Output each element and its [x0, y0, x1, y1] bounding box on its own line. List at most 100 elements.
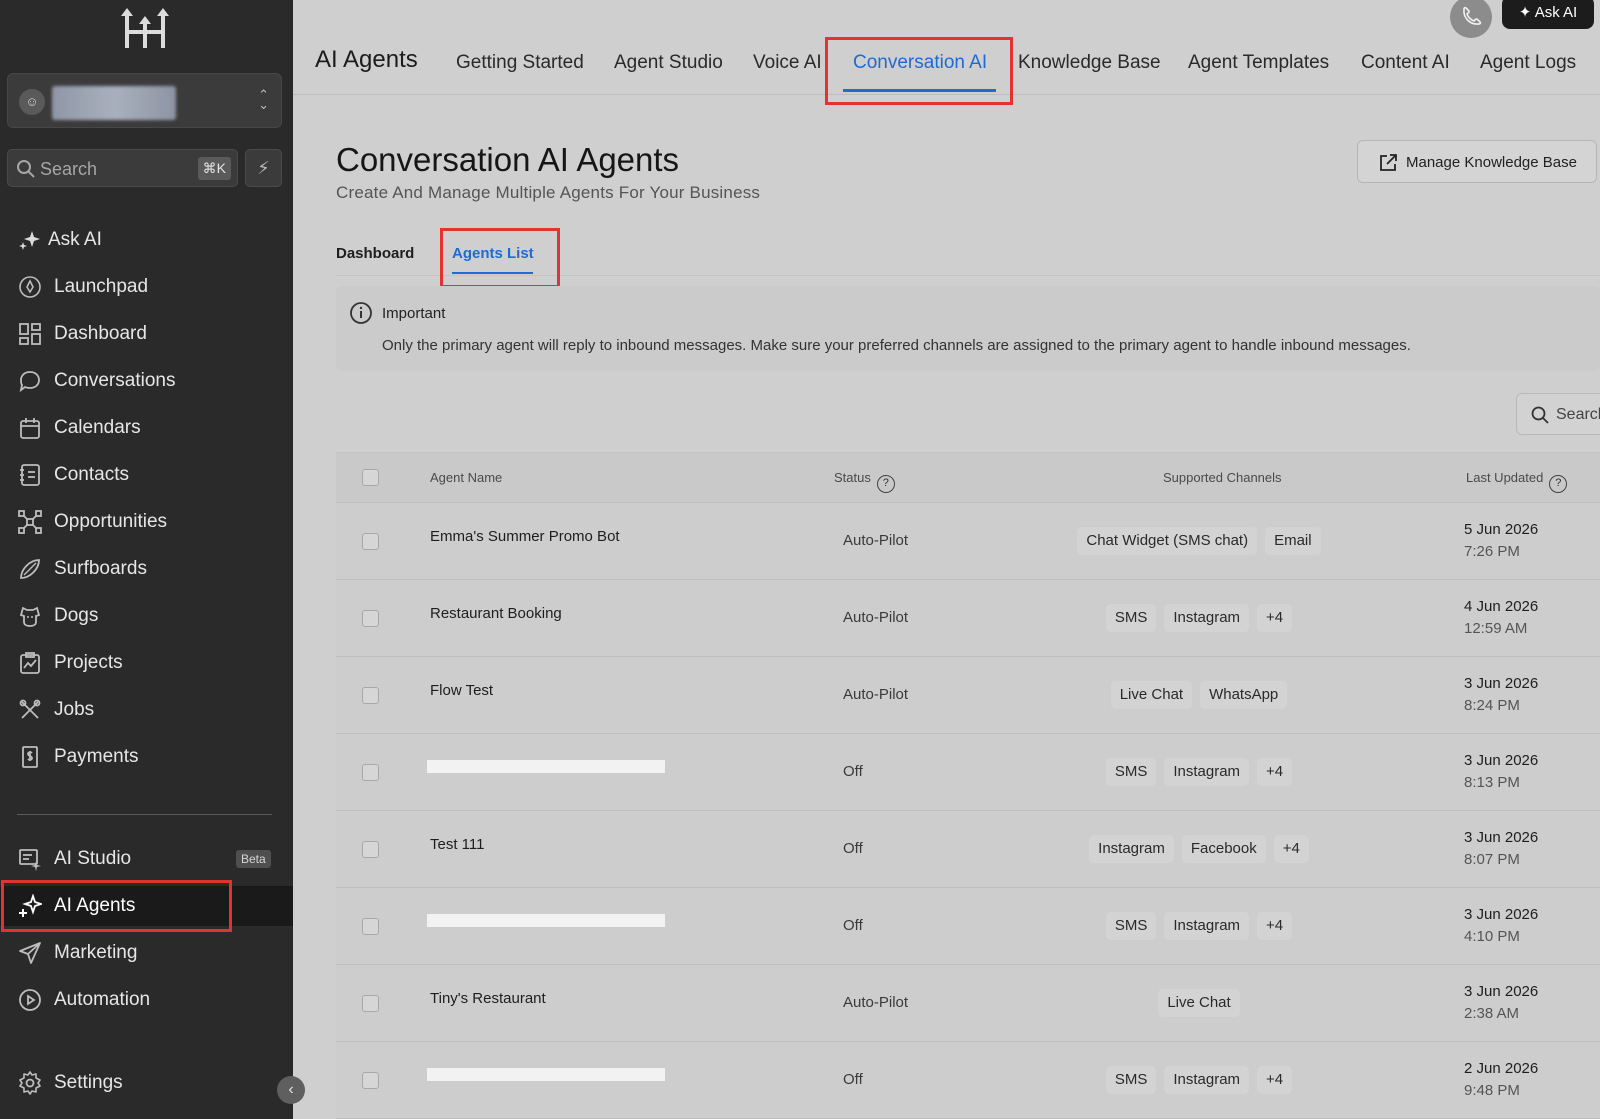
table-search-input[interactable]: Search — [1516, 393, 1600, 435]
sidebar-item-marketing[interactable]: Marketing — [0, 933, 293, 973]
sidebar-item-contacts[interactable]: Contacts — [0, 455, 293, 495]
channel-chip[interactable]: +4 — [1257, 1066, 1293, 1094]
subtab-dashboard[interactable]: Dashboard — [336, 245, 414, 262]
sidebar-item-label: Ask AI — [48, 229, 102, 250]
sidebar-item-label: Dogs — [54, 605, 99, 626]
account-switcher[interactable]: ☺ ⌃ ⌄ — [7, 73, 282, 128]
sidebar-item-ai-studio[interactable]: AI Studio Beta — [0, 839, 293, 879]
sidebar-item-automation[interactable]: Automation — [0, 980, 293, 1020]
tab-agent-templates[interactable]: Agent Templates — [1188, 52, 1329, 74]
header-status-label: Status — [834, 470, 871, 485]
sidebar-item-payments[interactable]: Payments — [0, 737, 293, 777]
agent-status: Off — [843, 917, 863, 934]
agent-name[interactable]: Test 111 — [430, 836, 484, 853]
table-row[interactable]: Flow Test Auto-Pilot Live Chat WhatsApp 3 Ju… — [336, 658, 1600, 734]
last-updated-time: 8:24 PM — [1464, 697, 1520, 714]
row-checkbox[interactable] — [362, 841, 379, 858]
sidebar-item-launchpad[interactable]: Launchpad — [0, 267, 293, 307]
agent-name[interactable]: Restaurant Booking — [430, 605, 562, 622]
agent-name[interactable]: Flow Test — [430, 682, 493, 699]
notice-message: Only the primary agent will reply to inb… — [382, 337, 1411, 354]
sidebar-item-ask-ai[interactable]: Ask AI — [0, 220, 293, 260]
header-last-updated[interactable]: Last Updated? — [1466, 470, 1568, 493]
tab-getting-started[interactable]: Getting Started — [456, 52, 584, 74]
sidebar-item-surfboards[interactable]: Surfboards — [0, 549, 293, 589]
header-agent-name[interactable]: Agent Name — [430, 470, 502, 485]
row-checkbox[interactable] — [362, 995, 379, 1012]
tab-agent-logs[interactable]: Agent Logs — [1480, 52, 1576, 74]
sidebar-item-projects[interactable]: Projects — [0, 643, 293, 683]
channel-chip: Email — [1265, 527, 1321, 555]
manage-knowledge-base-button[interactable]: Manage Knowledge Base — [1357, 140, 1597, 183]
channel-chip[interactable]: +4 — [1257, 758, 1293, 786]
sidebar-item-label: Marketing — [54, 942, 138, 963]
table-row[interactable]: Off SMS Instagram +4 3 Jun 2026 4:10 PM — [336, 889, 1600, 965]
last-updated-time: 12:59 AM — [1464, 620, 1528, 637]
agent-name[interactable]: Tiny's Restaurant — [430, 990, 546, 1007]
agent-name-redacted — [427, 760, 665, 773]
info-icon — [350, 302, 372, 324]
channel-list: SMS Instagram +4 — [1018, 1066, 1380, 1094]
last-updated-date: 3 Jun 2026 — [1464, 906, 1539, 923]
table-row[interactable]: Off SMS Instagram +4 2 Jun 2026 9:48 PM — [336, 1043, 1600, 1119]
row-checkbox[interactable] — [362, 918, 379, 935]
tab-voice-ai[interactable]: Voice AI — [753, 52, 822, 74]
tools-icon — [19, 699, 41, 719]
row-checkbox[interactable] — [362, 1072, 379, 1089]
table-row[interactable]: Emma's Summer Promo Bot Auto-Pilot Chat Wi… — [336, 504, 1600, 580]
select-all-checkbox[interactable] — [362, 469, 379, 486]
notice-title: Important — [382, 305, 446, 322]
channel-chip: Live Chat — [1110, 681, 1193, 709]
search-icon — [1531, 406, 1549, 424]
collapse-sidebar-button[interactable]: ‹ — [277, 1076, 305, 1104]
sidebar-item-label: Projects — [54, 652, 123, 673]
row-checkbox[interactable] — [362, 533, 379, 550]
beta-badge: Beta — [236, 850, 271, 868]
sidebar-item-settings[interactable]: Settings — [0, 1063, 293, 1103]
row-checkbox[interactable] — [362, 610, 379, 627]
header-status[interactable]: Status? — [834, 470, 895, 493]
quick-actions-button[interactable]: ⚡ — [245, 149, 282, 187]
row-checkbox[interactable] — [362, 764, 379, 781]
table-row[interactable]: Tiny's Restaurant Auto-Pilot Live Chat 3 Ju… — [336, 966, 1600, 1042]
last-updated-time: 8:13 PM — [1464, 774, 1520, 791]
automation-icon — [19, 989, 41, 1011]
sidebar-item-label: Settings — [54, 1072, 123, 1093]
channel-chip[interactable]: +4 — [1257, 912, 1293, 940]
header-last-updated-label: Last Updated — [1466, 470, 1544, 485]
sidebar-search[interactable]: Search ⌘K — [7, 149, 238, 187]
help-icon[interactable]: ? — [876, 475, 895, 493]
sidebar-item-jobs[interactable]: Jobs — [0, 690, 293, 730]
channel-chip[interactable]: +4 — [1257, 604, 1293, 632]
sidebar-item-dashboard[interactable]: Dashboard — [0, 314, 293, 354]
help-icon[interactable]: ? — [1549, 475, 1568, 493]
sidebar-item-dogs[interactable]: Dogs — [0, 596, 293, 636]
tab-content-ai[interactable]: Content AI — [1361, 52, 1450, 74]
sidebar-item-conversations[interactable]: Conversations — [0, 361, 293, 401]
last-updated-date: 3 Jun 2026 — [1464, 675, 1539, 692]
channel-chip[interactable]: +4 — [1273, 835, 1309, 863]
table-header: Agent Name Status? Supported Channels La… — [336, 453, 1600, 503]
sidebar-item-calendars[interactable]: Calendars — [0, 408, 293, 448]
ask-ai-button[interactable]: ✦ Ask AI — [1502, 0, 1594, 29]
agent-name-redacted — [427, 1068, 665, 1081]
tab-knowledge-base[interactable]: Knowledge Base — [1018, 52, 1161, 74]
sidebar-item-opportunities[interactable]: Opportunities — [0, 502, 293, 542]
row-checkbox[interactable] — [362, 687, 379, 704]
table-row[interactable]: Off SMS Instagram +4 3 Jun 2026 8:13 PM — [336, 735, 1600, 811]
sidebar-item-label: Automation — [54, 989, 151, 1010]
tab-agent-studio[interactable]: Agent Studio — [614, 52, 723, 74]
phone-button[interactable] — [1450, 0, 1492, 38]
agents-table: Agent Name Status? Supported Channels La… — [336, 452, 1600, 1119]
agent-name[interactable]: Emma's Summer Promo Bot — [430, 528, 620, 545]
send-icon — [19, 942, 41, 964]
sidebar-item-label: Contacts — [54, 464, 129, 485]
table-row[interactable]: Test 111 Off Instagram Facebook +4 3 Jun 2026… — [336, 812, 1600, 888]
sparkle-icon — [19, 231, 40, 250]
table-row[interactable]: Restaurant Booking Auto-Pilot SMS Instagram… — [336, 581, 1600, 657]
last-updated-time: 2:38 AM — [1464, 1005, 1520, 1022]
brand-logo[interactable] — [115, 8, 175, 54]
channel-list: SMS Instagram +4 — [1018, 912, 1380, 940]
channel-list: Live Chat — [1018, 989, 1380, 1017]
last-updated-date: 3 Jun 2026 — [1464, 752, 1539, 769]
